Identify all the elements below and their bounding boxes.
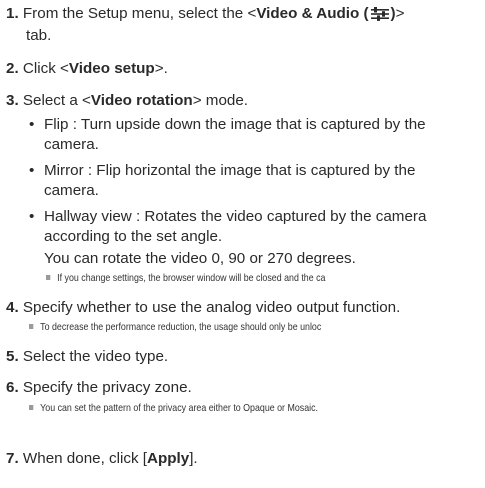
bullet-text: Flip : Turn upside down the image that i…: [44, 116, 426, 133]
step-number: 4.: [6, 299, 19, 316]
bullet-text: Mirror : Flip horizontal the image that …: [44, 162, 416, 179]
tab-name: Video & Audio (: [256, 5, 369, 22]
note-text: To decrease the performance reduction, t…: [40, 322, 322, 333]
step-1-line2: tab.: [26, 27, 52, 44]
step-number: 2.: [6, 60, 19, 77]
step-7: 7. When done, click [Apply].: [6, 449, 198, 469]
step-3: 3. Select a <Video rotation> mode.: [6, 91, 248, 111]
bullet-hallway-line3: You can rotate the video 0, 90 or 270 de…: [44, 250, 356, 267]
bullet-text: Hallway view : Rotates the video capture…: [44, 208, 427, 225]
step-text: Click <: [22, 60, 69, 77]
step-5: 5. Select the video type.: [6, 347, 168, 367]
step-text: Select a <: [22, 92, 91, 109]
note-browser-close: If you change settings, the browser wind…: [46, 272, 325, 286]
step-6: 6. Specify the privacy zone.: [6, 378, 192, 398]
bullet-dot: •: [29, 162, 35, 179]
step-number: 3.: [6, 92, 19, 109]
bullet-hallway-line2: according to the set angle.: [44, 228, 223, 245]
button-name: Apply: [147, 450, 190, 467]
step-text: Specify whether to use the analog video …: [22, 299, 401, 316]
step-text: Specify the privacy zone.: [22, 379, 192, 396]
step-number: 5.: [6, 348, 19, 365]
step-text: From the Setup menu, select the <: [22, 5, 257, 22]
note-text: If you change settings, the browser wind…: [57, 273, 326, 284]
step-number: 7.: [6, 450, 19, 467]
step-text: Select the video type.: [22, 348, 169, 365]
step-1: 1. From the Setup menu, select the <Vide…: [6, 4, 404, 27]
step-number: 1.: [6, 5, 19, 22]
note-privacy: You can set the pattern of the privacy a…: [29, 402, 318, 416]
step-text-end: >: [395, 5, 405, 22]
note-square-icon: [29, 324, 34, 329]
step-text-end: > mode.: [192, 92, 249, 109]
menu-name: Video setup: [68, 60, 155, 77]
manual-page: 1. From the Setup menu, select the <Vide…: [0, 0, 485, 488]
step-4: 4. Specify whether to use the analog vid…: [6, 298, 400, 318]
note-performance: To decrease the performance reduction, t…: [29, 321, 321, 335]
bullet-flip-line2: camera.: [44, 136, 99, 153]
note-text: You can set the pattern of the privacy a…: [40, 403, 318, 414]
step-2: 2. Click <Video setup>.: [6, 59, 168, 79]
step-text: When done, click [: [22, 450, 147, 467]
step-text-end: ].: [189, 450, 198, 467]
note-square-icon: [29, 405, 34, 410]
bullet-dot: •: [29, 208, 35, 225]
option-name: Video rotation: [90, 92, 193, 109]
step-number: 6.: [6, 379, 19, 396]
bullet-mirror-line2: camera.: [44, 182, 99, 199]
note-square-icon: [46, 275, 51, 280]
bullet-dot: •: [29, 116, 35, 133]
step-text-end: >.: [154, 60, 168, 77]
video-audio-sliders-icon: [370, 7, 390, 27]
